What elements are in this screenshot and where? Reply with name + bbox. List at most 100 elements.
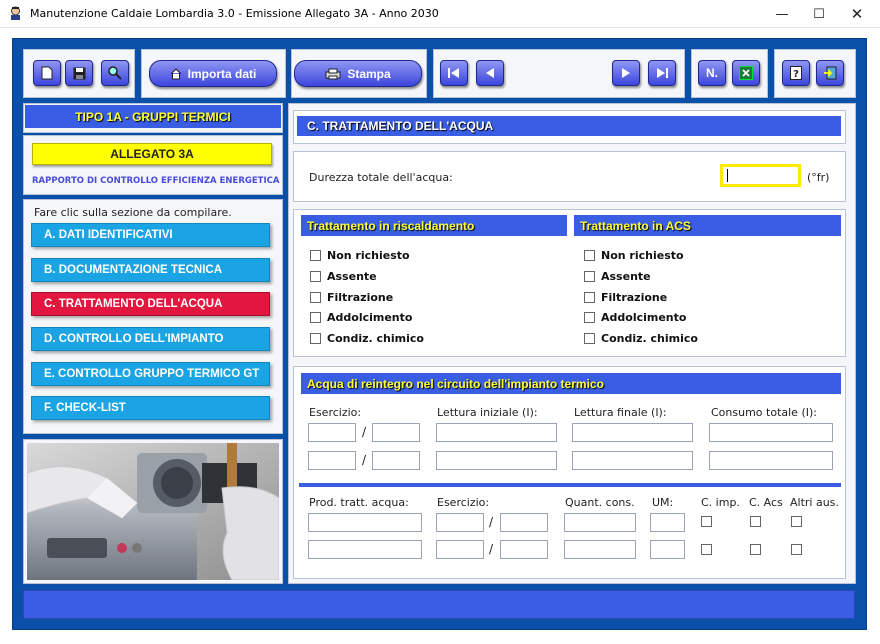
acs-filtrazione-checkbox[interactable]	[584, 292, 595, 303]
consumo-totale-input[interactable]	[709, 451, 833, 470]
heating-non-richiesto-checkbox[interactable]	[310, 250, 321, 261]
c-acs-checkbox[interactable]	[750, 544, 761, 555]
reintegro-header: Acqua di reintegro nel circuito dell'imp…	[301, 373, 841, 394]
exit-door-icon	[824, 66, 837, 80]
excel-export-button[interactable]	[732, 60, 760, 86]
c-acs-checkbox[interactable]	[750, 516, 761, 527]
new-document-icon	[41, 66, 53, 80]
prod-tratt-input[interactable]	[308, 513, 422, 532]
maximize-icon[interactable]: ☐	[801, 0, 837, 28]
last-record-button[interactable]	[648, 60, 676, 86]
heating-filtrazione-checkbox[interactable]	[310, 292, 321, 303]
quant-cons-input[interactable]	[564, 513, 636, 532]
acs-option-label: Non richiesto	[601, 249, 684, 262]
type-header: TIPO 1A - GRUPPI TERMICI	[25, 105, 281, 128]
reintegro-esercizio-start-input[interactable]	[308, 451, 356, 470]
previous-record-button[interactable]	[476, 60, 504, 86]
svg-text:?: ?	[793, 69, 799, 80]
status-bar	[23, 590, 855, 619]
heating-condiz-chimico-checkbox[interactable]	[310, 333, 321, 344]
magnifier-icon	[108, 66, 122, 80]
section-title: C. TRATTAMENTO DELL'ACQUA	[297, 116, 841, 136]
um-input[interactable]	[650, 513, 685, 532]
help-button[interactable]: ?	[782, 60, 810, 86]
number-button[interactable]: N.	[698, 60, 726, 86]
new-button[interactable]	[33, 60, 61, 86]
acs-option-label: Addolcimento	[601, 311, 687, 324]
lettura-finale-label: Lettura finale (I):	[574, 406, 667, 419]
heating-assente-checkbox[interactable]	[310, 271, 321, 282]
heating-option-label: Addolcimento	[327, 311, 413, 324]
prod-esercizio-label: Esercizio:	[437, 496, 490, 509]
acs-non-richiesto-checkbox[interactable]	[584, 250, 595, 261]
lettura-iniziale-input[interactable]	[436, 451, 557, 470]
heating-option-label: Condiz. chimico	[327, 332, 424, 345]
minimize-icon[interactable]: —	[764, 0, 800, 28]
print-button[interactable]: Stampa	[294, 60, 422, 87]
lettura-finale-input[interactable]	[572, 451, 693, 470]
c-acs-label: C. Acs	[749, 496, 783, 509]
acs-condiz-chimico-checkbox[interactable]	[584, 333, 595, 344]
prod-tratt-input[interactable]	[308, 540, 422, 559]
acs-assente-checkbox[interactable]	[584, 271, 595, 282]
lettura-iniziale-input[interactable]	[436, 423, 557, 442]
consumo-totale-label: Consumo totale (I):	[711, 406, 817, 419]
import-data-button[interactable]: Importa dati	[149, 60, 277, 87]
section-a-button[interactable]: A. DATI IDENTIFICATIVI	[31, 223, 270, 247]
close-icon[interactable]: ✕	[839, 0, 875, 28]
first-record-button[interactable]	[440, 60, 468, 86]
allegato-badge: ALLEGATO 3A	[32, 143, 272, 165]
reintegro-esercizio-end-input[interactable]	[372, 451, 420, 470]
arrow-left-icon	[486, 68, 494, 78]
c-imp-label: C. imp.	[701, 496, 740, 509]
title-bar: Manutenzione Caldaie Lombardia 3.0 - Emi…	[0, 0, 880, 28]
hardness-input[interactable]	[720, 164, 801, 187]
section-b-button[interactable]: B. DOCUMENTAZIONE TECNICA	[31, 258, 270, 282]
lettura-iniziale-label: Lettura iniziale (I):	[437, 406, 538, 419]
window-title: Manutenzione Caldaie Lombardia 3.0 - Emi…	[30, 7, 439, 20]
acs-option-label: Assente	[601, 270, 651, 283]
prod-esercizio-end-input[interactable]	[500, 513, 548, 532]
um-input[interactable]	[650, 540, 685, 559]
save-button[interactable]	[65, 60, 93, 86]
c-imp-checkbox[interactable]	[701, 516, 712, 527]
help-icon: ?	[790, 66, 802, 80]
reintegro-esercizio-end-input[interactable]	[372, 423, 420, 442]
prod-esercizio-start-input[interactable]	[436, 513, 484, 532]
lettura-finale-input[interactable]	[572, 423, 693, 442]
acs-addolcimento-checkbox[interactable]	[584, 312, 595, 323]
print-label: Stampa	[347, 66, 391, 81]
reintegro-esercizio-start-input[interactable]	[308, 423, 356, 442]
quant-cons-input[interactable]	[564, 540, 636, 559]
c-imp-checkbox[interactable]	[701, 544, 712, 555]
heating-option-label: Assente	[327, 270, 377, 283]
section-d-button[interactable]: D. CONTROLLO DELL'IMPIANTO	[31, 327, 270, 351]
divider	[299, 483, 841, 487]
year-separator: /	[489, 515, 494, 529]
year-separator: /	[489, 542, 494, 556]
floppy-disk-icon	[73, 67, 85, 79]
heating-addolcimento-checkbox[interactable]	[310, 312, 321, 323]
next-record-button[interactable]	[612, 60, 640, 86]
app-icon	[11, 6, 20, 20]
allegato-subtitle: RAPPORTO DI CONTROLLO EFFICIENZA ENERGET…	[32, 176, 280, 186]
section-f-button[interactable]: F. CHECK-LIST	[31, 396, 270, 420]
prod-esercizio-start-input[interactable]	[436, 540, 484, 559]
number-label: N.	[706, 66, 718, 80]
sections-instruction: Fare clic sulla sezione da compilare.	[34, 206, 232, 219]
heating-treatment-header: Trattamento in riscaldamento	[301, 215, 567, 236]
consumo-totale-input[interactable]	[709, 423, 833, 442]
section-c-button[interactable]: C. TRATTAMENTO DELL'ACQUA	[31, 292, 270, 316]
altri-aus-checkbox[interactable]	[791, 516, 802, 527]
prod-tratt-label: Prod. tratt. acqua:	[309, 496, 409, 509]
exit-button[interactable]	[816, 60, 844, 86]
section-e-button[interactable]: E. CONTROLLO GRUPPO TERMICO GT	[31, 362, 270, 386]
hardness-label: Durezza totale dell'acqua:	[309, 171, 453, 184]
altri-aus-checkbox[interactable]	[791, 544, 802, 555]
heating-option-label: Filtrazione	[327, 291, 394, 304]
prod-esercizio-end-input[interactable]	[500, 540, 548, 559]
skip-last-icon	[657, 68, 668, 78]
search-button[interactable]	[101, 60, 129, 86]
acs-option-label: Condiz. chimico	[601, 332, 698, 345]
home-icon	[170, 67, 182, 79]
